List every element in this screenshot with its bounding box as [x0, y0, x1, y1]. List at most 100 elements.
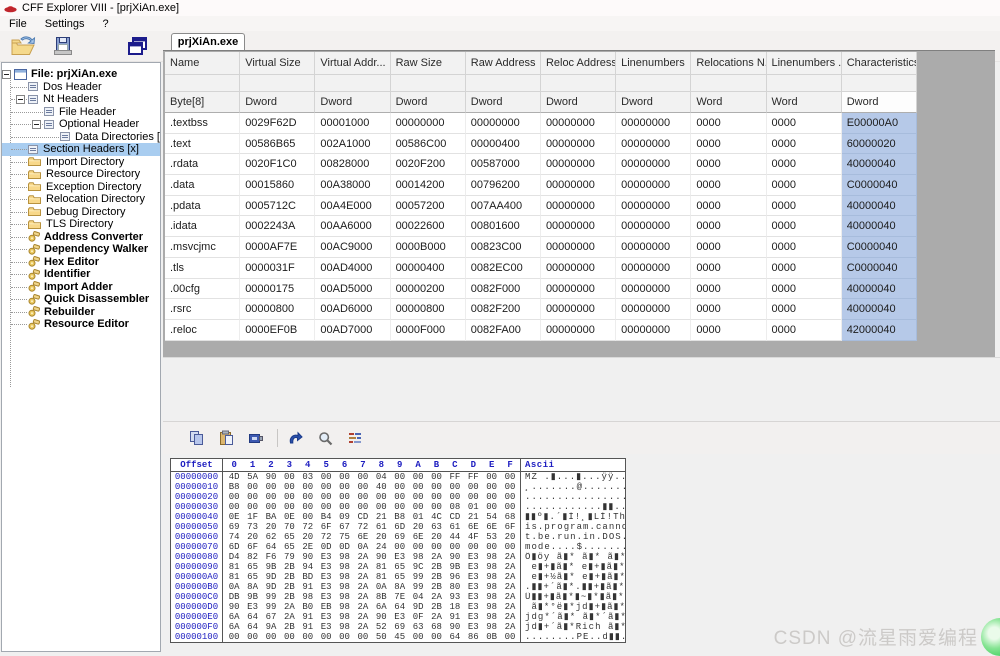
hex-byte-cell[interactable]: 98 [482, 602, 500, 612]
hex-byte-cell[interactable]: 4C [427, 512, 445, 522]
hex-byte-cell[interactable]: B8 [391, 512, 409, 522]
hex-byte-cell[interactable]: 0A [225, 582, 243, 592]
hex-byte-cell[interactable]: 00 [501, 502, 519, 512]
hex-byte-cell[interactable]: 64 [446, 632, 464, 642]
hex-ascii-cell[interactable]: ã▮*°ë▮*jd▮+▮ã▮* [521, 602, 625, 612]
highlight-icon[interactable] [342, 426, 368, 450]
tree-item-exception-directory[interactable]: Exception Directory [2, 181, 160, 194]
hex-byte-cell[interactable]: 2A [501, 572, 519, 582]
hex-byte-cell[interactable]: 00 [482, 482, 500, 492]
hex-byte-cell[interactable]: 99 [262, 592, 280, 602]
section-value-cell[interactable]: 0020F200 [391, 154, 466, 175]
hex-byte-cell[interactable]: 03 [299, 472, 317, 482]
section-value-cell[interactable]: 00000400 [391, 258, 466, 279]
hex-byte-cell[interactable]: 2A [501, 562, 519, 572]
hex-byte-cell[interactable]: 00 [243, 492, 261, 502]
hex-byte-cell[interactable]: 00 [354, 492, 372, 502]
section-value-cell[interactable]: 00057200 [391, 196, 466, 217]
hex-byte-cell[interactable]: E3 [464, 622, 482, 632]
tree-item-hex-editor[interactable]: Hex Editor [2, 256, 160, 269]
hex-ascii-cell[interactable]: jdg*´ã▮* ã▮*´ã▮* [521, 612, 625, 622]
hex-byte-cell[interactable]: 98 [335, 582, 353, 592]
section-value-cell[interactable]: 00587000 [466, 154, 541, 175]
section-value-cell[interactable]: 00586B65 [240, 134, 315, 155]
hex-byte-cell[interactable]: 00 [262, 502, 280, 512]
hex-byte-cell[interactable]: 00 [317, 632, 335, 642]
hex-byte-cell[interactable]: 53 [482, 532, 500, 542]
hex-ascii-cell[interactable]: .▮▮+´ã▮*.▮▮+▮ã▮* [521, 582, 625, 592]
section-value-cell[interactable]: 00000400 [466, 134, 541, 155]
hex-byte-cell[interactable]: 0E [225, 512, 243, 522]
hex-byte-cell[interactable]: B8 [225, 482, 243, 492]
hex-byte-cell[interactable]: 9A [262, 622, 280, 632]
hex-byte-cell[interactable]: 00 [299, 632, 317, 642]
section-value-cell[interactable]: 0000 [767, 134, 842, 155]
hex-byte-cell[interactable]: 00 [409, 502, 427, 512]
hex-byte-cell[interactable]: 98 [482, 562, 500, 572]
hex-byte-cell[interactable]: 00 [427, 632, 445, 642]
hex-byte-cell[interactable]: EB [317, 602, 335, 612]
hex-byte-cell[interactable]: D4 [225, 552, 243, 562]
hex-byte-cell[interactable]: 1F [243, 512, 261, 522]
hex-byte-cell[interactable]: 65 [280, 532, 298, 542]
hex-byte-cell[interactable]: E3 [317, 592, 335, 602]
hex-byte-cell[interactable]: 2A [427, 552, 445, 562]
hex-ascii-cell[interactable]: e▮+½ã▮* e▮+▮ã▮* [521, 572, 625, 582]
section-value-cell[interactable]: 0000 [767, 279, 842, 300]
hex-ascii-cell[interactable]: ¸.......@....... [521, 482, 625, 492]
column-header-raw-address[interactable]: Raw Address [466, 52, 541, 75]
hex-byte-cell[interactable]: 00 [372, 502, 390, 512]
hex-byte-cell[interactable]: 00 [243, 502, 261, 512]
hex-byte-cell[interactable]: 00 [501, 472, 519, 482]
windows-cascade-icon[interactable] [126, 36, 149, 57]
hex-byte-cell[interactable]: 00 [464, 542, 482, 552]
hex-byte-cell[interactable]: 96 [446, 572, 464, 582]
section-value-cell[interactable]: 0000 [691, 279, 766, 300]
hex-byte-cell[interactable]: 5A [243, 472, 261, 482]
hex-ascii-cell[interactable]: Ô▮öy ã▮* ã▮* ã▮* [521, 552, 625, 562]
hex-byte-cell[interactable]: 00 [317, 502, 335, 512]
section-value-cell[interactable]: 0082F200 [466, 299, 541, 320]
hex-byte-cell[interactable]: 90 [299, 552, 317, 562]
hex-byte-cell[interactable]: 50 [372, 632, 390, 642]
tree-item-address-converter[interactable]: Address Converter [2, 231, 160, 244]
hex-byte-cell[interactable]: B0 [299, 602, 317, 612]
hex-byte-cell[interactable]: E3 [243, 602, 261, 612]
hex-ascii-cell[interactable]: e▮+▮ã▮* e▮+▮ã▮* [521, 562, 625, 572]
section-value-cell[interactable]: 00000000 [616, 320, 691, 341]
hex-byte-cell[interactable]: 00 [427, 502, 445, 512]
hex-byte-cell[interactable]: 20 [299, 532, 317, 542]
hex-byte-cell[interactable]: 98 [482, 552, 500, 562]
section-value-cell[interactable]: 00000000 [541, 113, 616, 134]
hex-byte-cell[interactable]: 00 [225, 632, 243, 642]
hex-byte-cell[interactable]: 64 [243, 622, 261, 632]
hex-byte-cell[interactable]: 00 [299, 502, 317, 512]
hex-byte-cell[interactable]: 91 [299, 622, 317, 632]
hex-byte-cell[interactable]: 00 [409, 492, 427, 502]
section-value-cell[interactable]: 0000 [767, 216, 842, 237]
hex-ascii-cell[interactable]: MZ .▮...▮...ÿÿ.. [521, 472, 625, 482]
section-value-cell[interactable]: 00000000 [616, 154, 691, 175]
section-value-cell[interactable]: 0000AF7E [240, 237, 315, 258]
hex-byte-cell[interactable]: 00 [354, 632, 372, 642]
hex-byte-cell[interactable]: 00 [280, 502, 298, 512]
section-value-cell[interactable]: 002A1000 [315, 134, 390, 155]
hex-byte-cell[interactable]: 6E [409, 532, 427, 542]
hex-byte-cell[interactable]: 72 [317, 532, 335, 542]
hex-byte-cell[interactable]: 98 [299, 592, 317, 602]
section-value-cell[interactable]: 0005712C [240, 196, 315, 217]
section-name-cell[interactable]: .text [165, 134, 240, 155]
hex-byte-cell[interactable]: 99 [262, 602, 280, 612]
hex-byte-cell[interactable]: 65 [391, 572, 409, 582]
section-value-cell[interactable]: 0000 [767, 196, 842, 217]
hex-byte-cell[interactable]: 6A [225, 612, 243, 622]
hex-byte-cell[interactable]: 0A [354, 542, 372, 552]
section-value-cell[interactable]: 40000040 [842, 299, 917, 320]
section-value-cell[interactable]: 0082FA00 [466, 320, 541, 341]
hex-byte-cell[interactable]: 00 [427, 492, 445, 502]
hex-byte-cell[interactable]: 2E [299, 542, 317, 552]
section-name-cell[interactable]: .rsrc [165, 299, 240, 320]
section-value-cell[interactable]: C0000040 [842, 175, 917, 196]
hex-byte-cell[interactable]: 99 [409, 582, 427, 592]
hex-byte-cell[interactable]: 00 [482, 492, 500, 502]
